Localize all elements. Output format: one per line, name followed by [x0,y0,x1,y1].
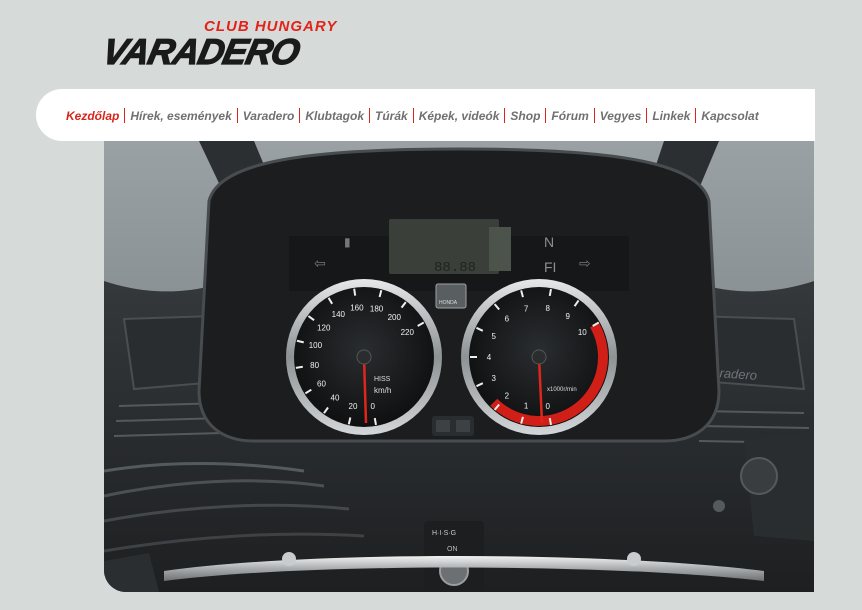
speedo-unit: km/h [374,386,391,395]
svg-text:⇨: ⇨ [579,256,591,272]
speedometer: 0 20 40 60 80 100 120140 160 180 200 220 HISS km/h [286,279,442,435]
tacho-tick-label: 2 [505,391,510,400]
speedo-tick-label: 200 [388,313,402,322]
site-logo[interactable]: CLUB HUNGARY VARADERO [106,18,356,70]
nav-link-7[interactable]: Shop [505,109,545,123]
speedo-tick-label: 100 [309,341,323,350]
speedo-tick [373,417,377,426]
tacho-tick-label: 9 [565,312,570,321]
tacho-unit: x1000r/min [547,387,577,393]
tacho-tick-label: 3 [491,374,496,383]
nav-link-3[interactable]: Varadero [238,109,300,123]
tacho-tick-label: 8 [545,304,550,313]
speedo-tick [353,288,357,296]
speedo-tick [295,365,303,369]
tacho-tick-label: 1 [524,401,529,410]
nav-link-6[interactable]: Képek, videók [414,109,505,123]
main-navigation-bar: Kezdőlap Hírek, események Varadero Klubtago… [36,89,815,141]
tachometer: 0 1 23 4 56 7 8 9 10 x1000r/min [461,279,617,435]
neutral-indicator: N [544,234,554,250]
nav-link-1[interactable]: Kezdőlap [66,109,124,123]
hero-image-dashboard: Varadero 88.88 ▮ N FI ⇦ ⇨ HONDA 0 20 40 60 8… [104,141,814,592]
brand-label: HONDA [439,300,458,306]
speedo-tick-label: 20 [349,402,358,411]
hisg-label: H·I·S·G [432,530,456,537]
speedo-tick-label: 220 [401,328,415,337]
nav-link-2[interactable]: Hírek, események [125,109,236,123]
nav-link-4[interactable]: Klubtagok [300,109,369,123]
fi-indicator: FI [544,259,556,275]
tacho-tick-label: 6 [505,315,510,324]
speedo-tick-label: 60 [317,379,326,388]
logo-wordmark: VARADERO [106,31,304,70]
svg-text:⇦: ⇦ [314,256,326,272]
tacho-tick-label: 5 [491,332,496,341]
tacho-tick-label: 10 [578,328,587,337]
speedo-tick-label: 160 [350,304,364,313]
speedo-label: HISS [374,376,391,383]
speedo-tick-label: 140 [332,310,346,319]
tacho-tick-label: 4 [487,353,492,362]
svg-text:▮: ▮ [344,235,351,249]
speedo-tick-label: 40 [331,394,340,403]
svg-text:88.88: 88.88 [434,260,476,276]
tacho-tick-label: 0 [545,402,550,411]
nav-link-10[interactable]: Linkek [647,109,695,123]
nav-link-9[interactable]: Vegyes [595,109,647,123]
tacho-tick-label: 7 [524,305,529,314]
speedo-tick-label: 120 [317,323,331,332]
main-navigation: Kezdőlap Hírek, események Varadero Klubtago… [66,108,764,123]
tacho-tick [548,417,552,426]
nav-link-5[interactable]: Túrák [370,109,413,123]
on-label: ON [447,546,458,553]
tacho-tick [548,288,552,297]
speedo-tick-label: 80 [310,361,319,370]
dashboard-photo: Varadero 88.88 ▮ N FI ⇦ ⇨ HONDA 02040608… [104,141,814,592]
speedo-tick-label: 180 [370,305,384,314]
logo-wordmark-text: VARADERO [106,31,304,70]
speedo-tick-label: 0 [370,402,375,411]
nav-link-8[interactable]: Fórum [546,109,593,123]
nav-link-11[interactable]: Kapcsolat [696,109,763,123]
